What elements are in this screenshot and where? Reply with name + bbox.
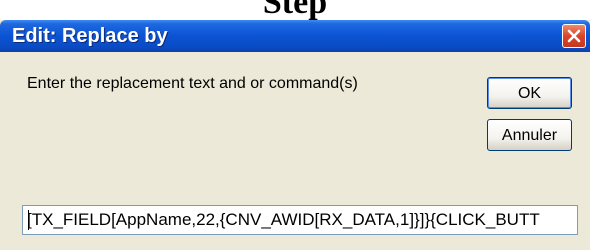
replace-dialog: Edit: Replace by Enter the replacement t… [0, 20, 590, 250]
instruction-text: Enter the replacement text and or comman… [27, 75, 358, 92]
close-button[interactable] [562, 24, 586, 48]
titlebar[interactable]: Edit: Replace by [0, 20, 590, 52]
dialog-title: Edit: Replace by [12, 25, 168, 47]
replacement-input-value: [TX_FIELD[AppName,22,{CNV_AWID[RX_DATA,1… [27, 210, 540, 229]
replacement-input[interactable]: [TX_FIELD[AppName,22,{CNV_AWID[RX_DATA,1… [22, 205, 578, 235]
top-strip: Step [0, 0, 590, 20]
ok-button[interactable]: OK [487, 77, 572, 109]
cancel-button[interactable]: Annuler [487, 119, 572, 151]
top-strip-text: Step [262, 0, 328, 20]
text-caret [28, 210, 29, 230]
close-icon [567, 29, 581, 43]
